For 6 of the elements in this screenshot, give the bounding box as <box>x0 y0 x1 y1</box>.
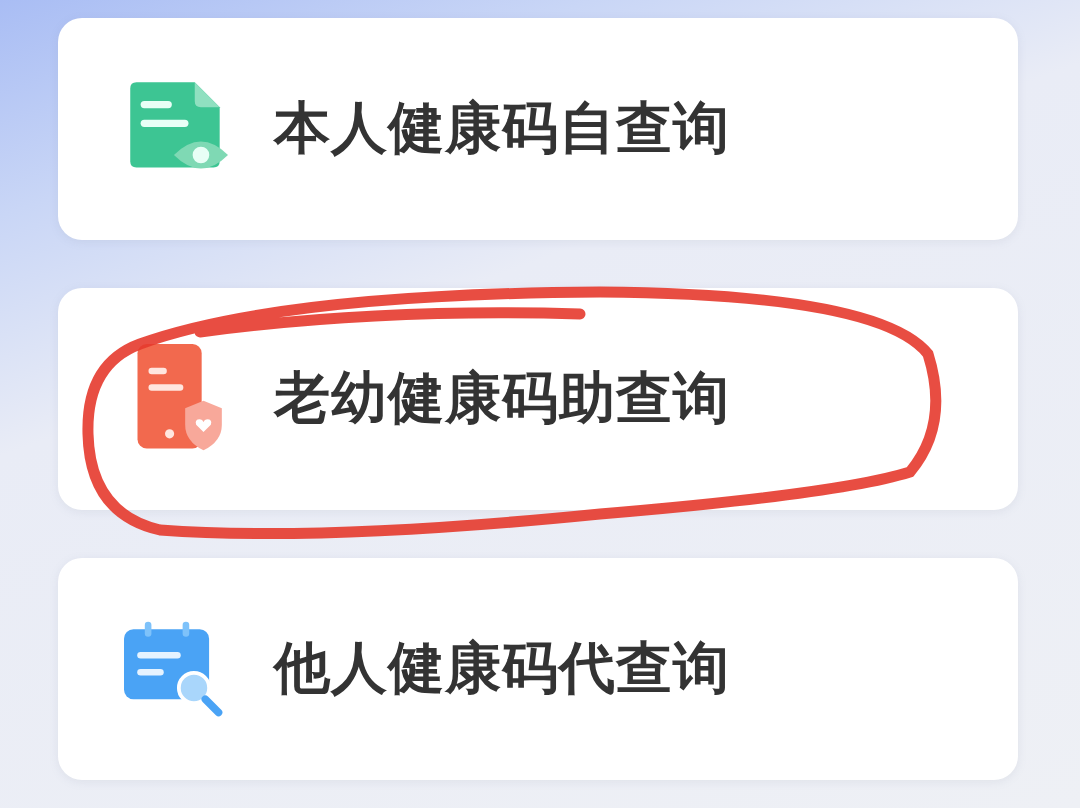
card-label: 他人健康码代查询 <box>274 634 730 702</box>
query-card[interactable]: 本人健康码自查询 <box>58 18 1018 240</box>
query-card[interactable]: 老幼健康码助查询 <box>58 288 1018 510</box>
card-label: 本人健康码自查询 <box>274 94 730 162</box>
query-card[interactable]: 他人健康码代查询 <box>58 558 1018 780</box>
card-label: 老幼健康码助查询 <box>274 364 730 432</box>
